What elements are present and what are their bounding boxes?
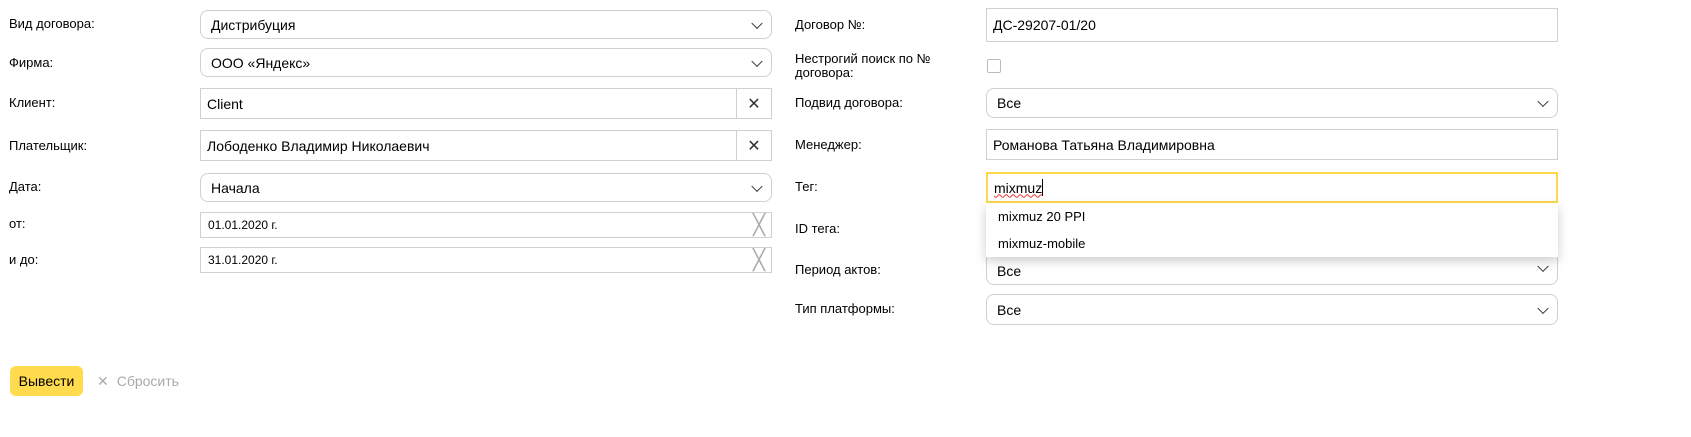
- subtype-value: Все: [997, 95, 1022, 111]
- platform-label: Тип платформы:: [795, 301, 895, 316]
- manager-input[interactable]: Романова Татьяна Владимировна: [986, 129, 1558, 160]
- manager-value: Романова Татьяна Владимировна: [993, 136, 1215, 153]
- client-input[interactable]: Client ✕: [200, 88, 772, 119]
- firm-label: Фирма:: [9, 55, 54, 70]
- chevron-down-icon: [751, 55, 763, 67]
- client-label: Клиент:: [9, 95, 56, 110]
- suggestion-item[interactable]: mixmuz-mobile: [986, 230, 1558, 257]
- acts-period-label: Период актов:: [795, 262, 881, 277]
- firm-select[interactable]: ООО «Яндекс»: [200, 48, 772, 77]
- contract-no-input[interactable]: ДС-29207-01/20: [986, 8, 1558, 42]
- clear-icon[interactable]: ✕: [736, 89, 771, 118]
- contract-type-value: Дистрибуция: [211, 16, 296, 33]
- reset-label: Сбросить: [116, 373, 179, 389]
- to-label: и до:: [9, 252, 39, 267]
- date-select[interactable]: Начала: [200, 173, 772, 202]
- from-label: от:: [9, 216, 26, 231]
- tag-label: Тег:: [795, 179, 818, 194]
- subtype-select[interactable]: Все: [986, 88, 1558, 118]
- chevron-down-icon: [751, 180, 763, 192]
- clear-icon[interactable]: ✕: [736, 131, 771, 160]
- clear-icon[interactable]: ╳: [753, 213, 765, 238]
- date-label: Дата:: [9, 179, 42, 194]
- subtype-label: Подвид договора:: [795, 95, 903, 110]
- platform-value: Все: [997, 301, 1022, 318]
- contract-no-label: Договор №:: [795, 17, 866, 32]
- reset-button[interactable]: ✕ Сбросить: [97, 373, 179, 390]
- to-date-value: 31.01.2020 г.: [208, 253, 278, 267]
- contract-type-select[interactable]: Дистрибуция: [200, 10, 772, 39]
- tag-input[interactable]: mixmuz: [986, 172, 1558, 203]
- contract-no-value: ДС-29207-01/20: [993, 17, 1096, 33]
- payer-value: Лободенко Владимир Николаевич: [207, 137, 430, 154]
- acts-period-value: Все: [997, 263, 1022, 279]
- clear-icon[interactable]: ╳: [753, 248, 765, 273]
- chevron-down-icon: [1537, 260, 1549, 273]
- to-date-input[interactable]: 31.01.2020 г. ╳: [200, 247, 772, 273]
- payer-label: Плательщик:: [9, 138, 88, 153]
- manager-label: Менеджер:: [795, 137, 862, 152]
- tag-suggestions: mixmuz 20 PPI mixmuz-mobile: [986, 203, 1558, 257]
- client-value: Client: [207, 95, 243, 112]
- contract-type-label: Вид договора:: [9, 16, 95, 31]
- submit-button[interactable]: Вывести: [10, 366, 83, 396]
- chevron-down-icon: [751, 17, 763, 29]
- firm-value: ООО «Яндекс»: [211, 54, 311, 71]
- payer-input[interactable]: Лободенко Владимир Николаевич ✕: [200, 130, 772, 161]
- from-date-value: 01.01.2020 г.: [208, 218, 278, 232]
- close-icon: ✕: [97, 373, 109, 389]
- date-value: Начала: [211, 179, 260, 196]
- tag-id-label: ID тега:: [795, 221, 840, 236]
- fuzzy-search-label: Нестрогий поиск по № договора:: [795, 51, 931, 80]
- platform-select[interactable]: Все: [986, 294, 1558, 325]
- suggestion-item[interactable]: mixmuz 20 PPI: [986, 203, 1558, 230]
- chevron-down-icon: [1537, 302, 1549, 314]
- chevron-down-icon: [1537, 95, 1549, 108]
- tag-value: mixmuz: [994, 179, 1043, 196]
- fuzzy-search-checkbox[interactable]: [987, 59, 1001, 73]
- from-date-input[interactable]: 01.01.2020 г. ╳: [200, 212, 772, 238]
